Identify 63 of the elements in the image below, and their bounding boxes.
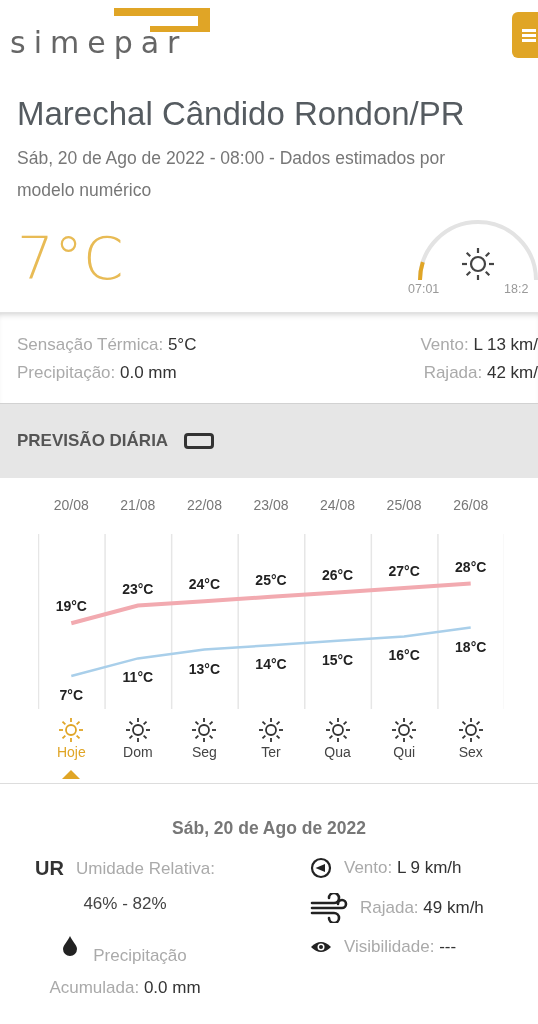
- date-label: 20/08: [53, 497, 89, 513]
- compass-icon: [310, 857, 332, 879]
- sun-icon: [258, 717, 284, 743]
- temperature-label: 26°C: [321, 567, 354, 584]
- detail-date: Sáb, 20 de Ago de 2022: [171, 818, 367, 839]
- sun-icon: [191, 717, 218, 743]
- menu-icon: [522, 27, 536, 43]
- temperature-label: 13°C: [188, 660, 221, 677]
- temperature-label: 15°C: [321, 651, 354, 668]
- condition-text: Vento: L 13 km/: [420, 335, 538, 355]
- sun-icon: [124, 717, 151, 743]
- temperature-label: 16°C: [388, 647, 420, 664]
- day-tab[interactable]: Qui: [370, 717, 438, 779]
- temperature-label: 27°C: [388, 563, 420, 579]
- current-temperature: 7°C: [17, 224, 124, 294]
- location-title: Marechal Cândido Rondon/PR: [17, 94, 466, 134]
- temperature-label: 14°C: [255, 656, 287, 673]
- eye-icon: [310, 940, 332, 954]
- temperature-label: 18°C: [455, 638, 487, 655]
- date-label: 22/08: [186, 497, 222, 513]
- sunset-time: 18:2: [504, 282, 529, 296]
- humidity-label: Umidade Relativa:: [76, 858, 215, 879]
- temperature-label: 24°C: [188, 576, 221, 593]
- day-tab[interactable]: Ter: [237, 717, 305, 779]
- day-tab[interactable]: Sex: [437, 717, 505, 779]
- visibility-text: Visibilidade: ---: [344, 937, 457, 957]
- temperature-label: 25°C: [255, 571, 287, 588]
- logo-mark-icon: [114, 8, 210, 32]
- drop-icon: [63, 936, 78, 956]
- sun-icon: [457, 717, 484, 743]
- date-label: 25/08: [386, 497, 422, 513]
- selected-caret-icon: [62, 770, 81, 779]
- temperature-label: 19°C: [55, 598, 87, 615]
- phone-rotate-icon[interactable]: [184, 433, 215, 449]
- precipitation-text: Acumulada: 0.0 mm: [49, 978, 201, 998]
- sun-icon: [324, 717, 351, 743]
- date-label: 24/08: [320, 497, 356, 513]
- date-subtitle: Sáb, 20 de Ago de 2022 - 08:00 - Dados estimados por modelo numérico: [17, 147, 447, 202]
- precipitation-label: Precipitação: [93, 946, 187, 966]
- sun-icon: [58, 717, 85, 743]
- temperature-label: 11°C: [122, 669, 154, 686]
- temperature-label: 7°C: [59, 687, 84, 703]
- condition-text: Sensação Térmica: 5°C: [17, 335, 197, 355]
- day-tab[interactable]: Seg: [171, 717, 238, 779]
- date-label: 23/08: [253, 497, 289, 513]
- sunrise-time: 07:01: [408, 282, 440, 296]
- condition-text: Precipitação: 0.0 mm: [17, 363, 178, 383]
- sun-icon: [391, 717, 418, 743]
- sun-icon: [462, 248, 494, 280]
- wind-icon: [310, 893, 348, 923]
- humidity-abbreviation: UR: [35, 857, 64, 880]
- gust-text: Rajada: 49 km/h: [360, 898, 484, 918]
- humidity-value: 46% - 82%: [83, 894, 167, 914]
- wind-text: Vento: L 9 km/h: [344, 858, 462, 878]
- temperature-label: 23°C: [122, 580, 154, 597]
- temperature-label: 28°C: [455, 558, 487, 575]
- date-label: 26/08: [453, 497, 489, 513]
- date-label: 21/08: [120, 497, 156, 513]
- day-tab[interactable]: Qua: [304, 717, 371, 779]
- logo-text: simepar: [10, 28, 188, 58]
- day-tab[interactable]: Dom: [104, 717, 172, 779]
- condition-text: Rajada: 42 km/: [423, 363, 538, 383]
- section-title: PREVISÃO DIÁRIA: [17, 431, 169, 451]
